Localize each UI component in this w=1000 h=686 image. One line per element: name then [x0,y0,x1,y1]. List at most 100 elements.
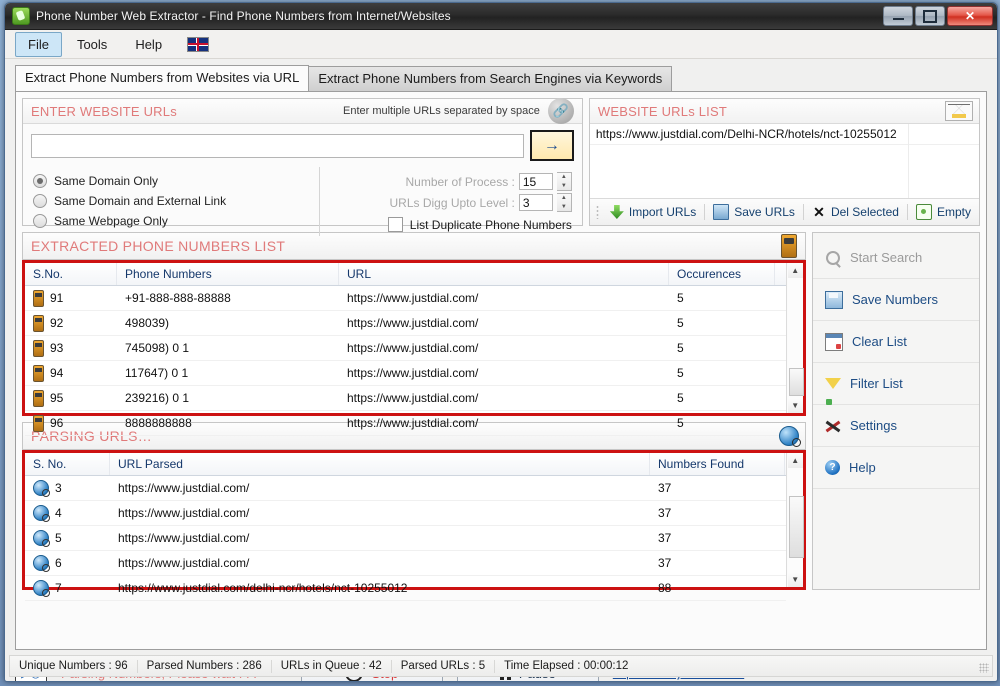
table-row[interactable]: 96 8888888888 https://www.justdial.com/ … [25,411,787,436]
list-item[interactable]: https://www.justdial.com/Delhi-NCR/hotel… [589,124,979,145]
cell-sno-text: 3 [55,481,62,495]
number-of-process-stepper[interactable]: ▲ ▼ [556,172,572,191]
maximize-button[interactable] [915,6,945,26]
sidebar-item-clear-list[interactable]: Clear List [813,321,979,363]
sidebar-item-start-search[interactable]: Start Search [813,237,979,279]
uk-flag-icon[interactable] [187,36,210,52]
table-row[interactable]: 3 https://www.justdial.com/ 37 [25,476,787,501]
scroll-up-icon[interactable]: ▲ [787,263,803,278]
sidebar-item-save-numbers[interactable]: Save Numbers [813,279,979,321]
import-download-icon [609,205,624,219]
column-header-url[interactable]: URL [339,263,669,285]
close-button[interactable]: ✕ [947,6,993,26]
table-row[interactable]: 4 https://www.justdial.com/ 37 [25,501,787,526]
table-row[interactable]: 93 745098) 0 1 https://www.justdial.com/… [25,336,787,361]
sidebar-item-label: Settings [850,418,897,433]
minimize-button[interactable] [883,6,913,26]
radio-same-domain-external[interactable]: Same Domain and External Link [33,191,313,211]
table-row[interactable]: 91 +91-888-888-88888 https://www.justdia… [25,286,787,311]
cell-url: https://www.justdial.com/ [347,366,479,380]
cell-numbers-found: 37 [658,531,672,545]
scroll-thumb[interactable] [788,496,804,558]
cell-occurences: 5 [677,391,684,405]
radio-same-webpage-only[interactable]: Same Webpage Only [33,211,313,231]
status-urls-in-queue: URLs in Queue : 42 [272,659,392,673]
import-urls-button[interactable]: Import URLs [602,203,704,221]
stepper-up-icon: ▲ [560,174,567,181]
cell-sno-text: 91 [50,291,64,305]
cell-sno: 93 [25,336,117,360]
column-header-sno[interactable]: S. No. [25,453,110,475]
tab-extract-via-keywords[interactable]: Extract Phone Numbers from Search Engine… [308,66,673,91]
del-selected-button[interactable]: ✕ Del Selected [804,203,907,221]
del-selected-label: Del Selected [830,205,899,219]
save-disk-icon [713,204,730,220]
cell-sno: 5 [25,526,110,550]
url-input[interactable] [31,133,524,158]
toolbar-grip [595,205,599,219]
menu-file[interactable]: File [15,31,62,57]
extracted-grid-scrollbar[interactable]: ▲ ▼ [786,263,804,413]
cell-url: https://www.justdial.com/ [347,391,479,405]
menu-tools[interactable]: Tools [64,32,120,57]
cell-url-parsed: https://www.justdial.com/ [118,481,250,495]
title-bar: Phone Number Web Extractor - Find Phone … [5,3,997,30]
go-button[interactable]: → [529,130,574,161]
table-row[interactable]: 95 239216) 0 1 https://www.justdial.com/… [25,386,787,411]
extracted-list-header: EXTRACTED PHONE NUMBERS LIST [22,232,806,260]
column-header-numbers-found[interactable]: Numbers Found [650,453,785,475]
number-of-process-input[interactable]: 15 [518,173,553,190]
mobile-phone-icon [33,339,44,357]
app-root: Phone Number Web Extractor - Find Phone … [0,0,1000,686]
sidebar-item-label: Filter List [850,376,903,391]
enter-website-urls-group: ENTER WEBSITE URLs Enter multiple URLs s… [22,98,583,236]
cell-sno-text: 95 [50,391,64,405]
mail-stack-icon [945,101,973,121]
cell-occurences: 5 [677,416,684,430]
radio-same-domain-only[interactable]: Same Domain Only [33,171,313,191]
scroll-down-icon[interactable]: ▼ [787,572,803,587]
cell-url-parsed: https://www.justdial.com/ [118,556,250,570]
sidebar-item-help[interactable]: ? Help [813,447,979,489]
cell-phone: 117647) 0 1 [125,366,189,380]
enter-urls-hint: Enter multiple URLs separated by space [342,105,540,117]
radio-dot-icon [33,174,47,188]
cell-sno: 91 [25,286,117,310]
website-urls-listbox[interactable]: https://www.justdial.com/Delhi-NCR/hotel… [589,124,979,199]
cell-sno-text: 96 [50,416,64,430]
scroll-down-icon[interactable]: ▼ [787,398,803,413]
delete-x-icon: ✕ [813,204,825,220]
cell-sno-text: 6 [55,556,62,570]
column-header-url-parsed[interactable]: URL Parsed [110,453,650,475]
scroll-track[interactable] [787,278,804,398]
status-unique-numbers: Unique Numbers : 96 [10,659,138,673]
cell-sno-text: 7 [55,581,62,595]
table-row[interactable]: 7 https://www.justdial.com/delhi-ncr/hot… [25,576,787,601]
tab-extract-via-url[interactable]: Extract Phone Numbers from Websites via … [15,65,310,91]
menu-bar: File Tools Help [5,30,997,59]
sidebar-item-settings[interactable]: Settings [813,405,979,447]
table-row[interactable]: 94 117647) 0 1 https://www.justdial.com/… [25,361,787,386]
scroll-up-icon[interactable]: ▲ [787,453,803,468]
empty-button[interactable]: Empty [908,202,979,222]
scroll-track[interactable] [787,468,804,572]
cell-sno: 92 [25,311,117,335]
column-header-sno[interactable]: S.No. [25,263,117,285]
list-duplicates-row[interactable]: List Duplicate Phone Numbers [328,213,572,232]
resize-grip-icon[interactable] [979,663,989,673]
list-duplicates-label: List Duplicate Phone Numbers [409,217,572,232]
list-duplicates-checkbox[interactable] [387,217,403,232]
menu-help[interactable]: Help [122,32,175,57]
parsing-grid-scrollbar[interactable]: ▲ ▼ [786,453,804,587]
column-header-occurences[interactable]: Occurences [669,263,775,285]
column-header-phone[interactable]: Phone Numbers [117,263,339,285]
table-row[interactable]: 5 https://www.justdial.com/ 37 [25,526,787,551]
save-urls-button[interactable]: Save URLs [705,202,803,222]
digg-level-input[interactable]: 3 [518,194,553,211]
sidebar-item-filter-list[interactable]: Filter List [813,363,979,405]
scroll-thumb[interactable] [788,368,804,396]
table-row[interactable]: 6 https://www.justdial.com/ 37 [25,551,787,576]
table-row[interactable]: 92 498039) https://www.justdial.com/ 5 [25,311,787,336]
digg-level-stepper[interactable]: ▲ ▼ [556,193,572,212]
maximize-icon [923,9,937,23]
